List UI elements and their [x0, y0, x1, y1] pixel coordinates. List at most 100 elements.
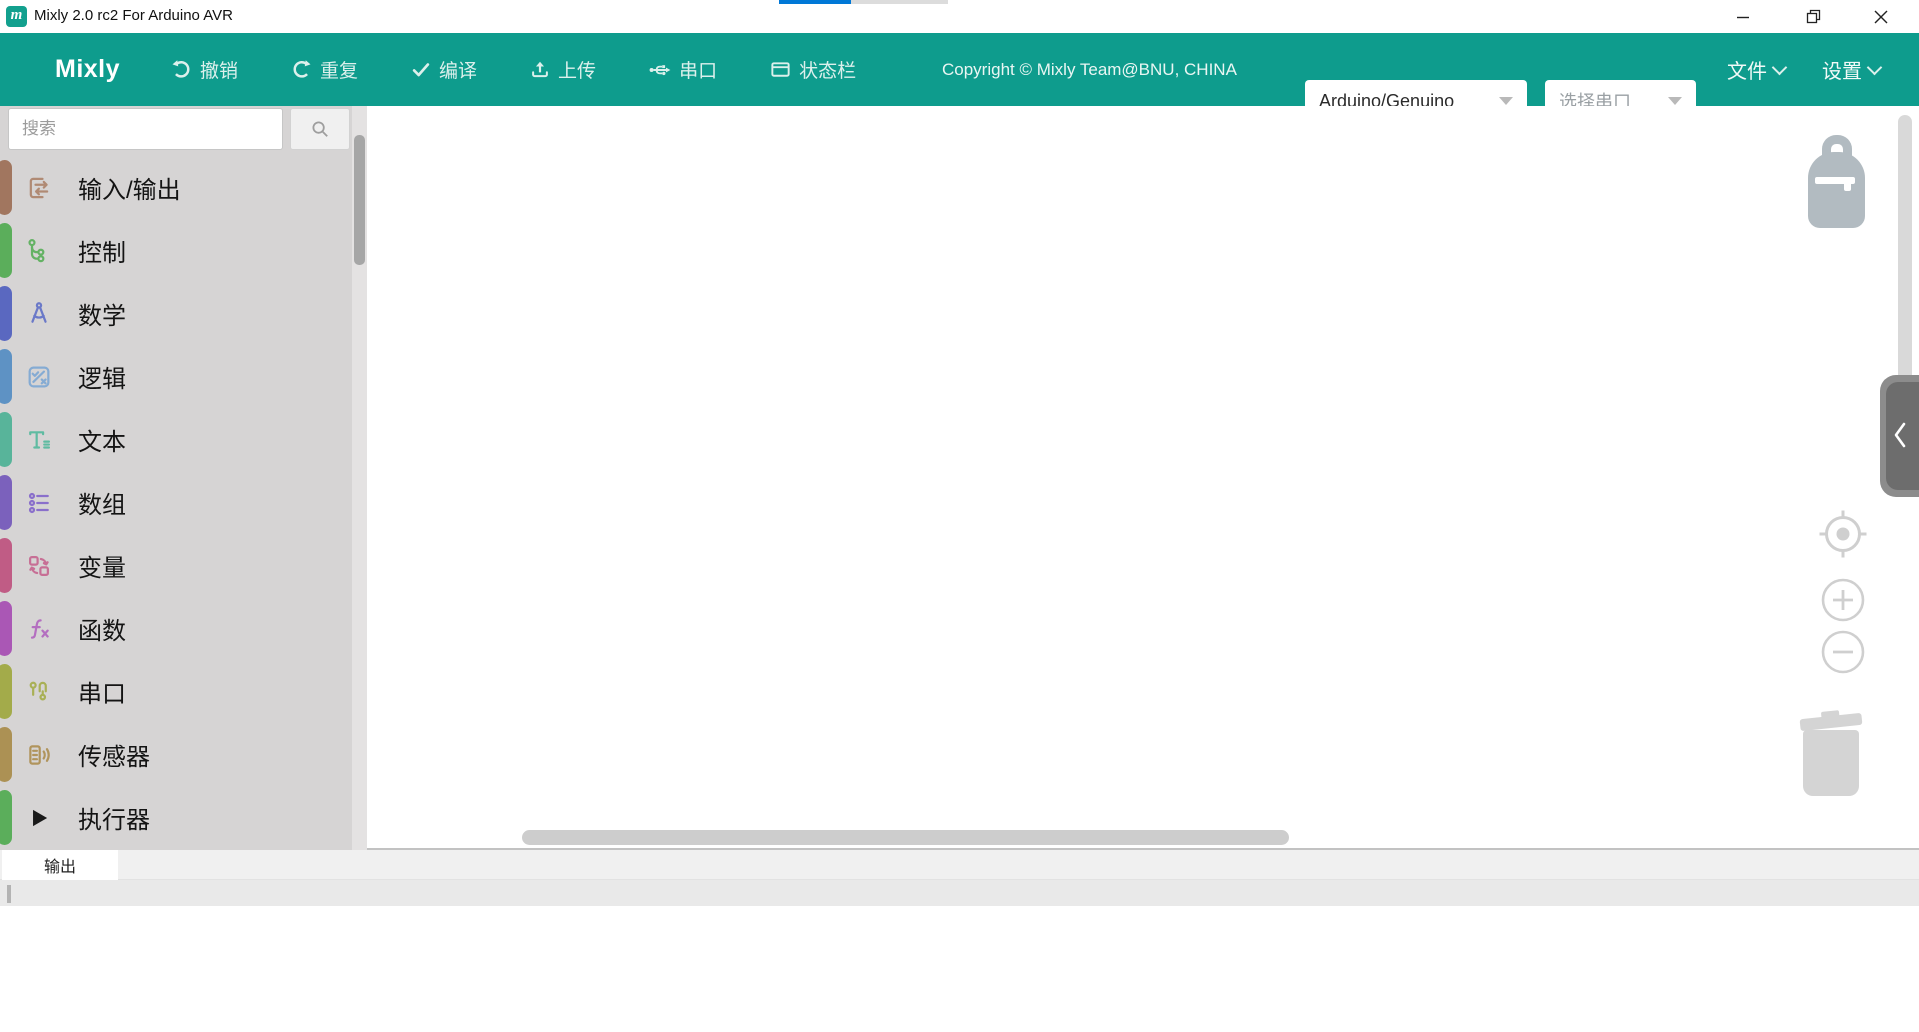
sidebar-item[interactable]: 数学: [0, 282, 352, 345]
zoom-in-icon[interactable]: [1820, 577, 1866, 628]
chevron-down-icon: [1867, 60, 1883, 76]
restore-button[interactable]: [1790, 0, 1836, 33]
category-color-bar: [0, 223, 12, 278]
toolbar-button-statusbar[interactable]: 状态栏: [769, 56, 856, 83]
console-scrollbar-strip: [0, 880, 1919, 906]
blocks-toolbox-sidebar: 输入/输出控制数学逻辑文本数组变量函数串口传感器执行器: [0, 106, 367, 850]
toolbar-button-label: 上传: [558, 56, 596, 83]
window-title: Mixly 2.0 rc2 For Arduino AVR: [34, 7, 233, 24]
sidebar-item-label: 逻辑: [78, 359, 126, 394]
sidebar-scrollbar-track: [352, 106, 367, 850]
sidebar-item-label: 函数: [78, 611, 126, 646]
titlebar-indicator-gray: [851, 0, 948, 4]
sidebar-item[interactable]: 传感器: [0, 723, 352, 786]
serial-pins-icon: [24, 677, 54, 707]
category-color-bar: [0, 664, 12, 719]
sidebar-item-label: 变量: [78, 548, 126, 583]
math-icon: [24, 299, 54, 329]
sidebar-item-label: 输入/输出: [78, 170, 181, 205]
sidebar-item-label: 串口: [78, 674, 126, 709]
chevron-down-icon: [1772, 60, 1788, 76]
chevron-down-icon: [1499, 97, 1513, 105]
search-icon: [310, 119, 330, 139]
toolbar-buttons: 撤销 重复 编译 上传 串口 状态栏: [170, 33, 856, 106]
toolbar-button-undo[interactable]: 撤销: [170, 56, 238, 83]
variable-icon: [24, 551, 54, 581]
sidebar-item[interactable]: 文本: [0, 408, 352, 471]
category-color-bar: [0, 160, 12, 215]
copyright-text: Copyright © Mixly Team@BNU, CHINA: [942, 33, 1237, 106]
mixly-brand-logo: Mixly: [55, 33, 120, 106]
output-console[interactable]: [0, 906, 1919, 1032]
titlebar-indicator-blue: [779, 0, 851, 4]
toolbar-button-label: 撤销: [200, 56, 238, 83]
toolbar-button-label: 串口: [679, 56, 717, 83]
zoom-out-icon[interactable]: [1820, 629, 1866, 680]
category-color-bar: [0, 727, 12, 782]
category-color-bar: [0, 475, 12, 530]
category-color-bar: [0, 349, 12, 404]
search-button[interactable]: [290, 108, 350, 150]
text-icon: [24, 425, 54, 455]
sidebar-item-label: 控制: [78, 233, 126, 268]
sidebar-item-label: 传感器: [78, 737, 150, 772]
sidebar-category-list: 输入/输出控制数学逻辑文本数组变量函数串口传感器执行器: [0, 156, 352, 849]
sidebar-item[interactable]: 数组: [0, 471, 352, 534]
usb-serial-icon: [648, 58, 672, 82]
close-icon[interactable]: [1858, 0, 1904, 33]
sidebar-item[interactable]: 逻辑: [0, 345, 352, 408]
toolbar-button-label: 状态栏: [799, 56, 856, 83]
file-menu[interactable]: 文件: [1727, 33, 1785, 106]
toolbar-button-compile[interactable]: 编译: [410, 56, 477, 83]
output-tabbar: 输出: [0, 850, 1919, 880]
app-logo-icon: m: [6, 6, 27, 27]
actuator-icon: [24, 803, 54, 833]
backpack-icon[interactable]: [1808, 135, 1865, 228]
compile-icon: [410, 59, 432, 81]
category-color-bar: [0, 538, 12, 593]
category-color-bar: [0, 601, 12, 656]
trash-icon[interactable]: [1800, 710, 1864, 802]
category-color-bar: [0, 790, 12, 845]
io-icon: [24, 173, 54, 203]
toolbar-button-upload[interactable]: 上传: [529, 56, 596, 83]
toolbar-button-redo[interactable]: 重复: [290, 56, 358, 83]
search-input[interactable]: [8, 108, 283, 150]
sidebar-item-label: 数学: [78, 296, 126, 331]
chevron-down-icon: [1668, 97, 1682, 105]
function-icon: [24, 614, 54, 644]
tab-output[interactable]: 输出: [2, 850, 118, 880]
blockly-workspace-canvas[interactable]: [367, 106, 1919, 850]
statusbar-icon: [769, 58, 792, 81]
sidebar-item-label: 数组: [78, 485, 126, 520]
sidebar-item-label: 文本: [78, 422, 126, 457]
sidebar-item-label: 执行器: [78, 800, 150, 835]
main-area: 输入/输出控制数学逻辑文本数组变量函数串口传感器执行器: [0, 106, 1919, 850]
window-titlebar: m Mixly 2.0 rc2 For Arduino AVR: [0, 0, 1919, 33]
settings-menu[interactable]: 设置: [1822, 33, 1880, 106]
toolbar-button-label: 重复: [320, 56, 358, 83]
upload-icon: [529, 59, 551, 81]
zoom-reset-icon[interactable]: [1817, 508, 1869, 565]
toolbar-button-usb-serial[interactable]: 串口: [648, 56, 717, 83]
minimize-button[interactable]: [1720, 0, 1766, 33]
redo-icon: [290, 58, 313, 81]
sidebar-item[interactable]: 函数: [0, 597, 352, 660]
collapse-handle-icon[interactable]: [1880, 375, 1919, 497]
canvas-horizontal-scrollbar[interactable]: [522, 830, 1289, 845]
main-toolbar: Mixly 撤销 重复 编译 上传 串口 状态栏 Copyright © Mixly Te…: [0, 33, 1919, 106]
sidebar-scrollbar-thumb[interactable]: [354, 135, 365, 265]
toolbar-button-label: 编译: [439, 56, 477, 83]
category-color-bar: [0, 412, 12, 467]
sidebar-item[interactable]: 输入/输出: [0, 156, 352, 219]
console-scrollbar-thumb[interactable]: [7, 885, 11, 903]
sidebar-item[interactable]: 执行器: [0, 786, 352, 849]
category-color-bar: [0, 286, 12, 341]
undo-icon: [170, 58, 193, 81]
chevron-left-icon: [1893, 421, 1907, 449]
sidebar-item[interactable]: 控制: [0, 219, 352, 282]
sidebar-item[interactable]: 变量: [0, 534, 352, 597]
sidebar-item[interactable]: 串口: [0, 660, 352, 723]
sensor-icon: [24, 740, 54, 770]
logic-icon: [24, 362, 54, 392]
